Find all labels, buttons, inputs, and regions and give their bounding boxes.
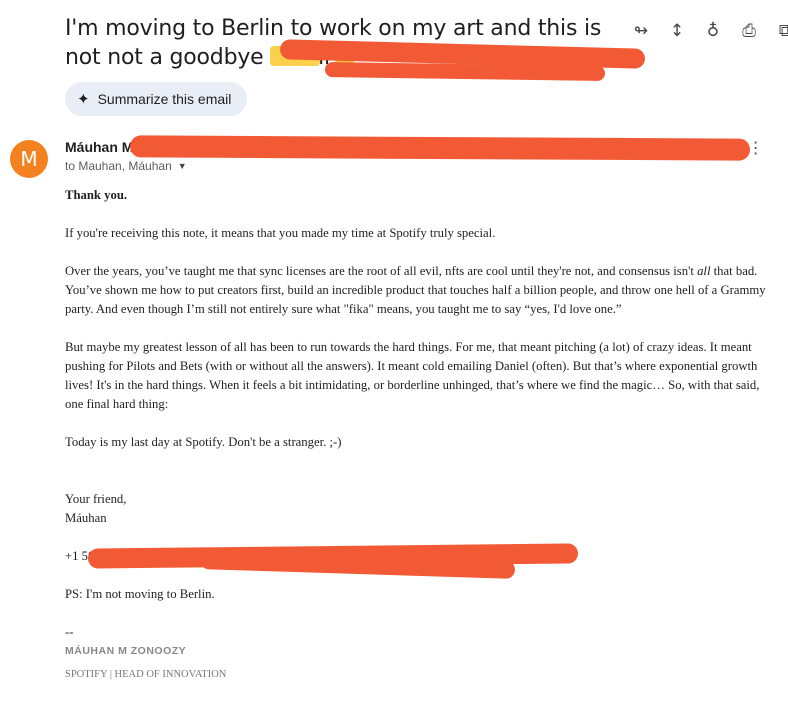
subject-toolbar: ↬ ↕ ♁ ⎙ ⧉ <box>630 20 788 42</box>
sender-name[interactable]: Máuhan M <box>65 139 133 155</box>
chevron-down-icon[interactable]: ▼ <box>178 161 187 171</box>
summarize-button[interactable]: ✦ Summarize this email <box>65 82 248 116</box>
forward-all-icon[interactable]: ↬ <box>630 20 652 42</box>
expand-icon[interactable]: ↕ <box>666 20 688 42</box>
more-vert-icon[interactable]: ⋮ <box>748 138 764 158</box>
recipients-text: to Mauhan, Máuhan <box>65 159 172 173</box>
signature-name: MÁUHAN M ZONOOZY <box>65 645 187 657</box>
paragraph-2-start: Over the years, you’ve taught me that sy… <box>65 264 698 278</box>
signature-title: SPOTIFY | HEAD OF INNOVATION <box>65 669 227 680</box>
closing: Your friend, <box>65 492 127 506</box>
signature-dash: -- <box>65 625 74 639</box>
lightbulb-icon[interactable]: ♁ <box>702 20 724 42</box>
open-in-new-icon[interactable]: ⧉ <box>774 20 788 42</box>
recipients-line[interactable]: to Mauhan, Máuhan ▼ <box>65 159 187 173</box>
signoff: Máuhan <box>65 511 107 525</box>
avatar[interactable]: M <box>10 140 48 178</box>
paragraph-4: Today is my last day at Spotify. Don't b… <box>65 435 342 449</box>
redaction-mark <box>324 62 606 81</box>
paragraph-3: But maybe my greatest lesson of all has … <box>65 340 760 411</box>
paragraph-2-emphasis: all <box>697 264 711 278</box>
postscript: PS: I'm not moving to Berlin. <box>65 587 215 601</box>
email-body: Thank you. If you're receiving this note… <box>65 186 780 684</box>
paragraph-2: Over the years, you’ve taught me that sy… <box>65 262 780 319</box>
greeting: Thank you. <box>65 188 128 202</box>
paragraph-1: If you're receiving this note, it means … <box>65 226 496 240</box>
summarize-label: Summarize this email <box>97 91 232 107</box>
redaction-mark <box>129 135 751 161</box>
sparkle-icon: ✦ <box>77 91 90 108</box>
print-icon[interactable]: ⎙ <box>738 20 760 42</box>
